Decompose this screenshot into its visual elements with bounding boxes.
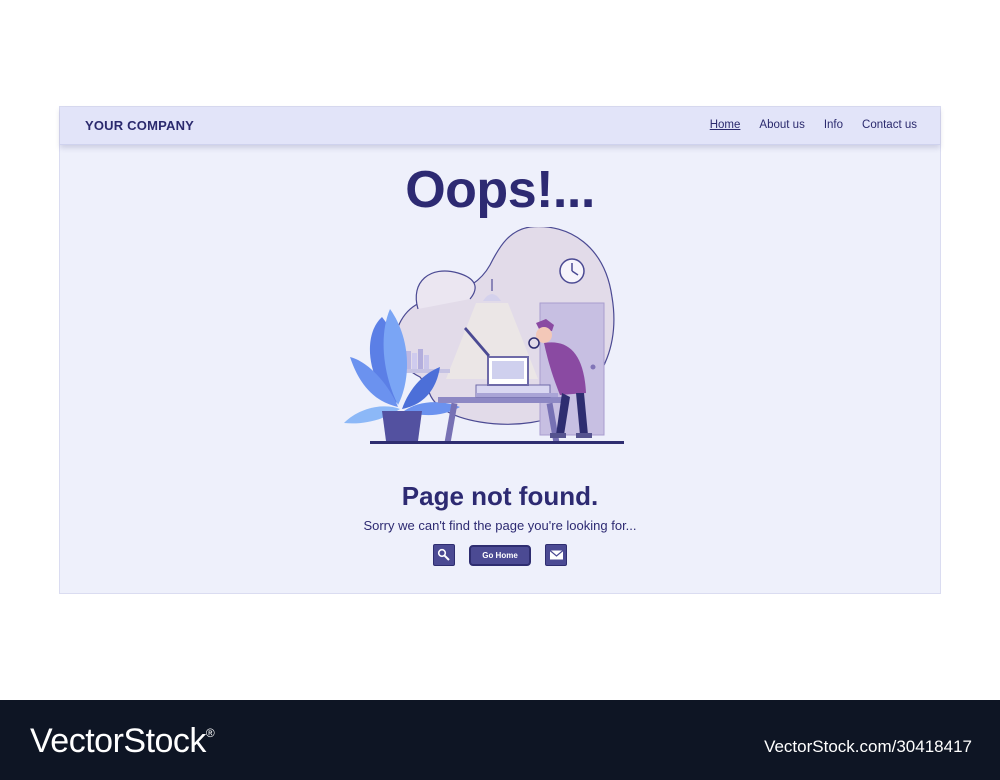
watermark-footer: VectorStock® VectorStock.com/30418417 <box>0 700 1000 780</box>
nav-contact-us[interactable]: Contact us <box>862 119 917 131</box>
error-description: Sorry we can't find the page you're look… <box>363 518 637 533</box>
nav-about-us[interactable]: About us <box>759 119 804 131</box>
clock-icon <box>559 258 585 284</box>
go-home-button[interactable]: Go Home <box>469 544 531 566</box>
page-title: Oops!... <box>405 161 595 219</box>
main-nav: Home About us Info Contact us <box>710 119 917 131</box>
registered-mark: ® <box>205 726 215 740</box>
nav-info[interactable]: Info <box>824 119 843 131</box>
search-icon <box>437 548 450 561</box>
nav-home[interactable]: Home <box>710 119 741 131</box>
company-logo[interactable]: YOUR COMPANY <box>85 118 194 133</box>
detective-illustration <box>344 227 624 444</box>
action-bar: Go Home <box>60 544 940 566</box>
site-header: YOUR COMPANY Home About us Info Contact … <box>60 107 940 145</box>
page-not-found-heading: Page not found. <box>401 481 599 511</box>
image-credit: VectorStock.com/30418417 <box>764 737 972 756</box>
vectorstock-logo-text: VectorStock <box>30 722 206 760</box>
error-page: YOUR COMPANY Home About us Info Contact … <box>59 106 941 594</box>
search-button[interactable] <box>433 544 455 566</box>
vectorstock-logo: VectorStock® <box>30 722 215 761</box>
mail-icon <box>549 550 563 560</box>
mail-button[interactable] <box>545 544 567 566</box>
